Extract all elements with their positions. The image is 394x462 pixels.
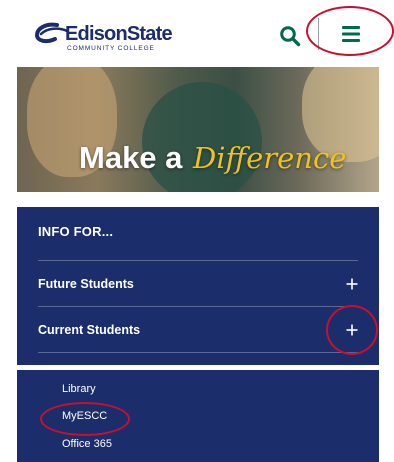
header-divider [318,18,319,50]
logo-swoosh-icon [35,22,69,44]
divider [38,352,358,353]
links-panel: Library MyESCC Office 365 [17,370,379,462]
hero-text-script: Difference [193,141,347,175]
plus-icon[interactable] [346,278,358,290]
logo-subtitle: COMMUNITY COLLEGE [67,45,155,52]
info-for-title: INFO FOR... [38,224,114,239]
hero-banner: Make a Difference [17,67,379,192]
logo-wordmark: EdisonState [65,23,173,45]
plus-icon[interactable] [346,324,358,336]
hero-heading: Make a Difference [79,140,346,176]
hamburger-menu-icon[interactable] [341,25,361,43]
divider [38,306,358,307]
link-library[interactable]: Library [62,383,96,395]
info-for-panel: INFO FOR... Future Students Current Stud… [17,207,379,365]
current-students-label: Current Students [38,323,141,337]
page: EdisonState COMMUNITY COLLEGE Make a Dif… [0,0,394,462]
future-students-label: Future Students [38,277,134,291]
hero-text-main: Make a [79,140,183,175]
divider [38,260,358,261]
search-icon[interactable] [279,25,301,47]
link-office-365[interactable]: Office 365 [62,438,112,450]
link-myescc[interactable]: MyESCC [62,410,107,422]
